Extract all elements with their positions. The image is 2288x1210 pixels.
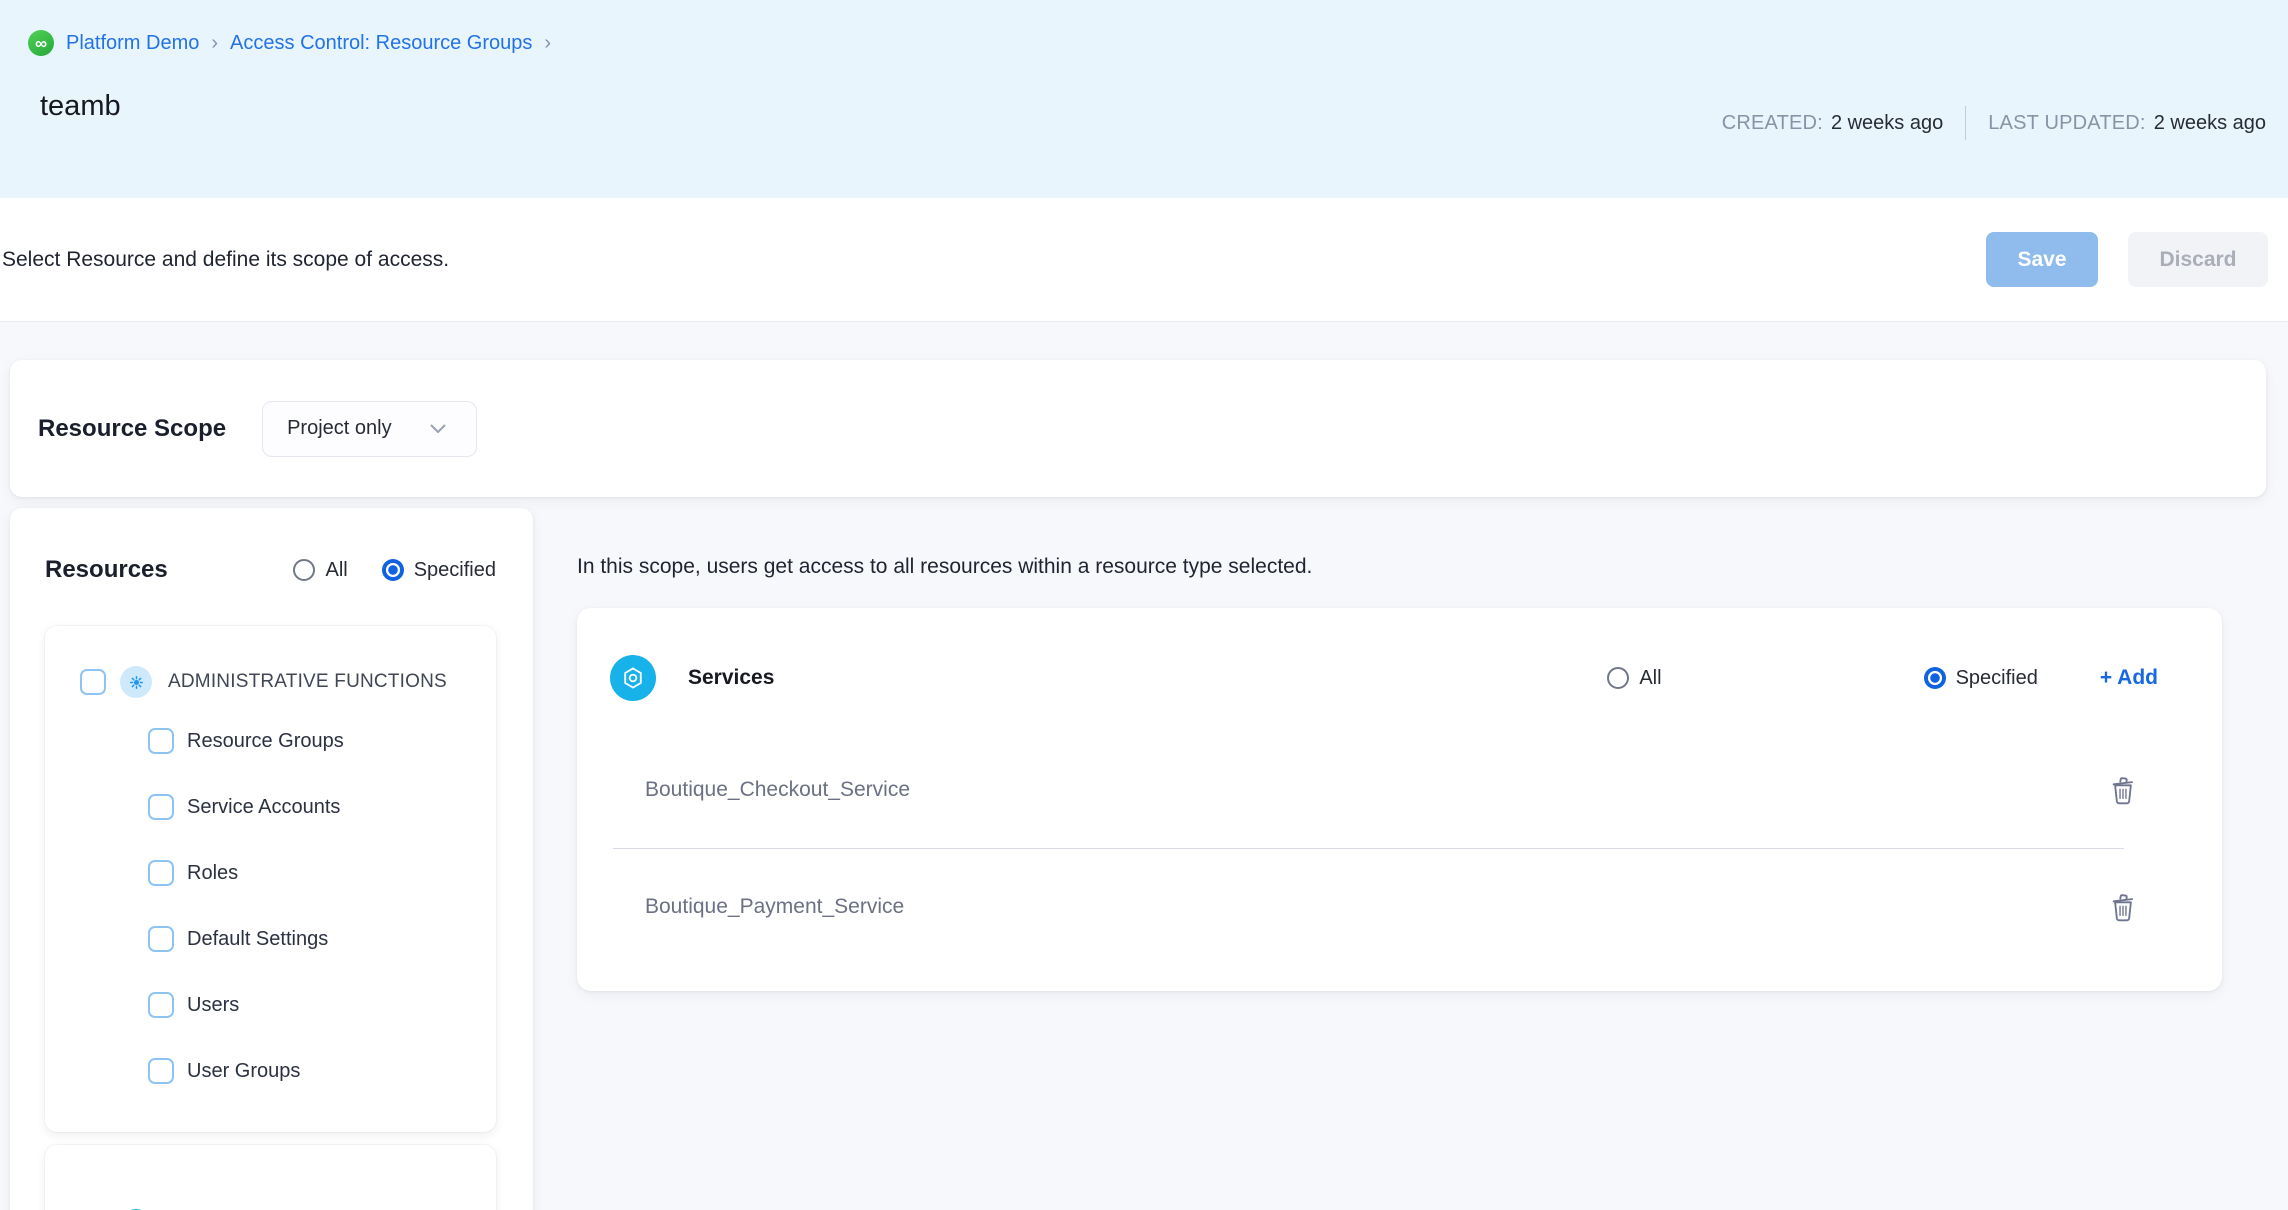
radio-checked-icon[interactable] — [382, 559, 404, 581]
breadcrumb: ∞ Platform Demo › Access Control: Resour… — [28, 30, 2288, 56]
record-meta: CREATED: 2 weeks ago LAST UPDATED: 2 wee… — [1722, 106, 2266, 140]
breadcrumb-access-control[interactable]: Access Control: Resource Groups — [230, 32, 532, 55]
child-label: User Groups — [187, 1060, 300, 1083]
gear-icon — [120, 666, 152, 698]
page-header: ∞ Platform Demo › Access Control: Resour… — [0, 0, 2288, 198]
resources-radio-all-label: All — [325, 559, 347, 582]
services-radio-all-label: All — [1639, 667, 1661, 690]
radio-checked-icon[interactable] — [1924, 667, 1946, 689]
main-area: In this scope, users get access to all r… — [577, 508, 2222, 991]
services-radio-all[interactable]: All — [1607, 667, 1661, 690]
radio-icon[interactable] — [1607, 667, 1629, 689]
child-row-service-accounts[interactable]: Service Accounts — [45, 774, 496, 840]
scope-info-text: In this scope, users get access to all r… — [577, 555, 2222, 579]
delete-service-button[interactable] — [2104, 887, 2142, 927]
created-value: 2 weeks ago — [1831, 112, 1943, 135]
resources-title: Resources — [45, 556, 168, 584]
child-label: Users — [187, 994, 239, 1017]
resource-scope-selected-value: Project only — [287, 417, 392, 440]
group-row-environments[interactable]: ENVIRONMENTS — [45, 1199, 496, 1210]
services-hexagon-icon — [610, 655, 656, 701]
resource-scope-card: Resource Scope Project only — [10, 360, 2266, 497]
resource-scope-select[interactable]: Project only — [262, 401, 477, 457]
delete-service-button[interactable] — [2104, 770, 2142, 810]
resources-panel: Resources All Specified ADMINIST — [10, 508, 533, 1210]
services-title: Services — [688, 666, 774, 690]
service-list: Boutique_Checkout_Service — [577, 712, 2222, 991]
trash-icon — [2108, 891, 2138, 923]
service-name: Boutique_Payment_Service — [645, 895, 904, 919]
group-label: ADMINISTRATIVE FUNCTIONS — [168, 671, 447, 693]
checkbox-user-groups[interactable] — [148, 1058, 174, 1084]
content-columns: Resources All Specified ADMINIST — [10, 508, 2222, 1210]
resource-group-environments: ENVIRONMENTS — [45, 1145, 496, 1210]
chevron-right-icon: › — [544, 32, 551, 55]
action-toolbar: Select Resource and define its scope of … — [0, 198, 2288, 322]
toolbar-actions: Save Discard — [1986, 232, 2288, 287]
resources-radio-specified[interactable]: Specified — [382, 559, 496, 582]
last-updated-label: LAST UPDATED: — [1988, 112, 2145, 135]
service-row: Boutique_Checkout_Service — [577, 732, 2222, 848]
service-row: Boutique_Payment_Service — [577, 849, 2222, 965]
breadcrumb-platform-demo[interactable]: Platform Demo — [66, 32, 199, 55]
last-updated-value: 2 weeks ago — [2154, 112, 2266, 135]
child-label: Roles — [187, 862, 238, 885]
child-label: Resource Groups — [187, 730, 344, 753]
trash-icon — [2108, 774, 2138, 806]
checkbox-default-settings[interactable] — [148, 926, 174, 952]
checkbox-resource-groups[interactable] — [148, 728, 174, 754]
child-label: Service Accounts — [187, 796, 340, 819]
resources-panel-header: Resources All Specified — [45, 556, 496, 584]
checkbox-administrative-functions[interactable] — [80, 669, 106, 695]
chevron-right-icon: › — [211, 32, 218, 55]
child-label: Default Settings — [187, 928, 328, 951]
toolbar-description: Select Resource and define its scope of … — [2, 248, 449, 272]
group-row-administrative-functions[interactable]: ADMINISTRATIVE FUNCTIONS — [45, 656, 496, 708]
resource-group-administrative-functions: ADMINISTRATIVE FUNCTIONS Resource Groups… — [45, 626, 496, 1132]
resource-scope-label: Resource Scope — [38, 415, 226, 443]
services-radio-specified[interactable]: Specified — [1924, 667, 2038, 690]
services-card: Services All Specified + Add Boutique_Ch… — [577, 608, 2222, 991]
checkbox-users[interactable] — [148, 992, 174, 1018]
child-row-user-groups[interactable]: User Groups — [45, 1038, 496, 1104]
discard-button[interactable]: Discard — [2128, 232, 2268, 287]
resources-radio-all[interactable]: All — [293, 559, 347, 582]
chevron-down-icon — [430, 424, 446, 434]
save-button[interactable]: Save — [1986, 232, 2098, 287]
services-card-header: Services All Specified + Add — [577, 608, 2222, 712]
checkbox-service-accounts[interactable] — [148, 794, 174, 820]
service-name: Boutique_Checkout_Service — [645, 778, 910, 802]
checkbox-roles[interactable] — [148, 860, 174, 886]
child-row-users[interactable]: Users — [45, 972, 496, 1038]
child-row-roles[interactable]: Roles — [45, 840, 496, 906]
radio-icon[interactable] — [293, 559, 315, 581]
add-service-button[interactable]: + Add — [2100, 666, 2158, 690]
child-row-default-settings[interactable]: Default Settings — [45, 906, 496, 972]
child-row-resource-groups[interactable]: Resource Groups — [45, 708, 496, 774]
created-label: CREATED: — [1722, 112, 1823, 135]
meta-divider — [1965, 106, 1966, 140]
services-radio-specified-label: Specified — [1956, 667, 2038, 690]
platform-logo-icon: ∞ — [28, 30, 54, 56]
resources-radio-specified-label: Specified — [414, 559, 496, 582]
